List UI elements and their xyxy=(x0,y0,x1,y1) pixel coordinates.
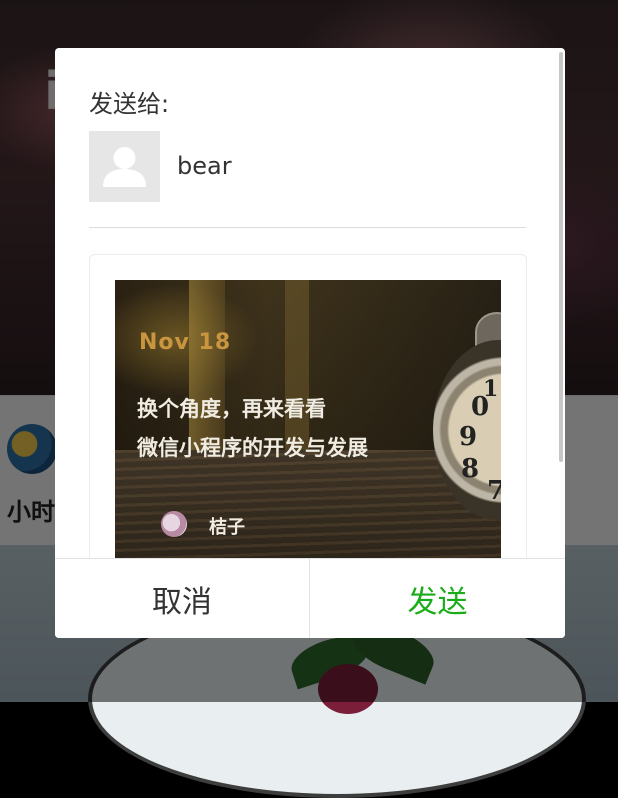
author-avatar xyxy=(161,511,187,537)
send-to-label: 发送给: xyxy=(89,90,170,118)
card-title-line-1: 换个角度，再来看看 xyxy=(137,397,326,421)
divider xyxy=(89,227,526,228)
recipient-name: bear xyxy=(177,152,232,180)
clock-number: 0 xyxy=(471,392,490,422)
share-card: 11 0 9 8 7 Nov 18 换个角度，再来看看 微信小程序的开发与发展 … xyxy=(89,254,527,558)
clock-number: 9 xyxy=(459,422,478,452)
share-card-thumbnail: 11 0 9 8 7 Nov 18 换个角度，再来看看 微信小程序的开发与发展 … xyxy=(115,280,501,558)
dialog-scroll-area[interactable]: 发送给: bear 11 0 9 8 7 Nov 18 换个角度 xyxy=(55,48,565,558)
send-button[interactable]: 发送 xyxy=(310,559,565,638)
scrollbar[interactable] xyxy=(559,52,563,462)
recipient-avatar xyxy=(89,131,160,202)
user-placeholder-icon xyxy=(103,147,146,187)
share-dialog: 发送给: bear 11 0 9 8 7 Nov 18 换个角度 xyxy=(55,48,565,638)
card-title-line-2: 微信小程序的开发与发展 xyxy=(137,436,368,460)
card-date: Nov 18 xyxy=(139,330,232,355)
dialog-footer: 取消 发送 xyxy=(55,558,565,638)
cancel-button[interactable]: 取消 xyxy=(55,559,310,638)
thumbnail-decor xyxy=(285,280,309,450)
clock-number: 8 xyxy=(461,454,480,484)
card-author: 桔子 xyxy=(209,517,245,538)
clock-number: 7 xyxy=(487,476,501,506)
